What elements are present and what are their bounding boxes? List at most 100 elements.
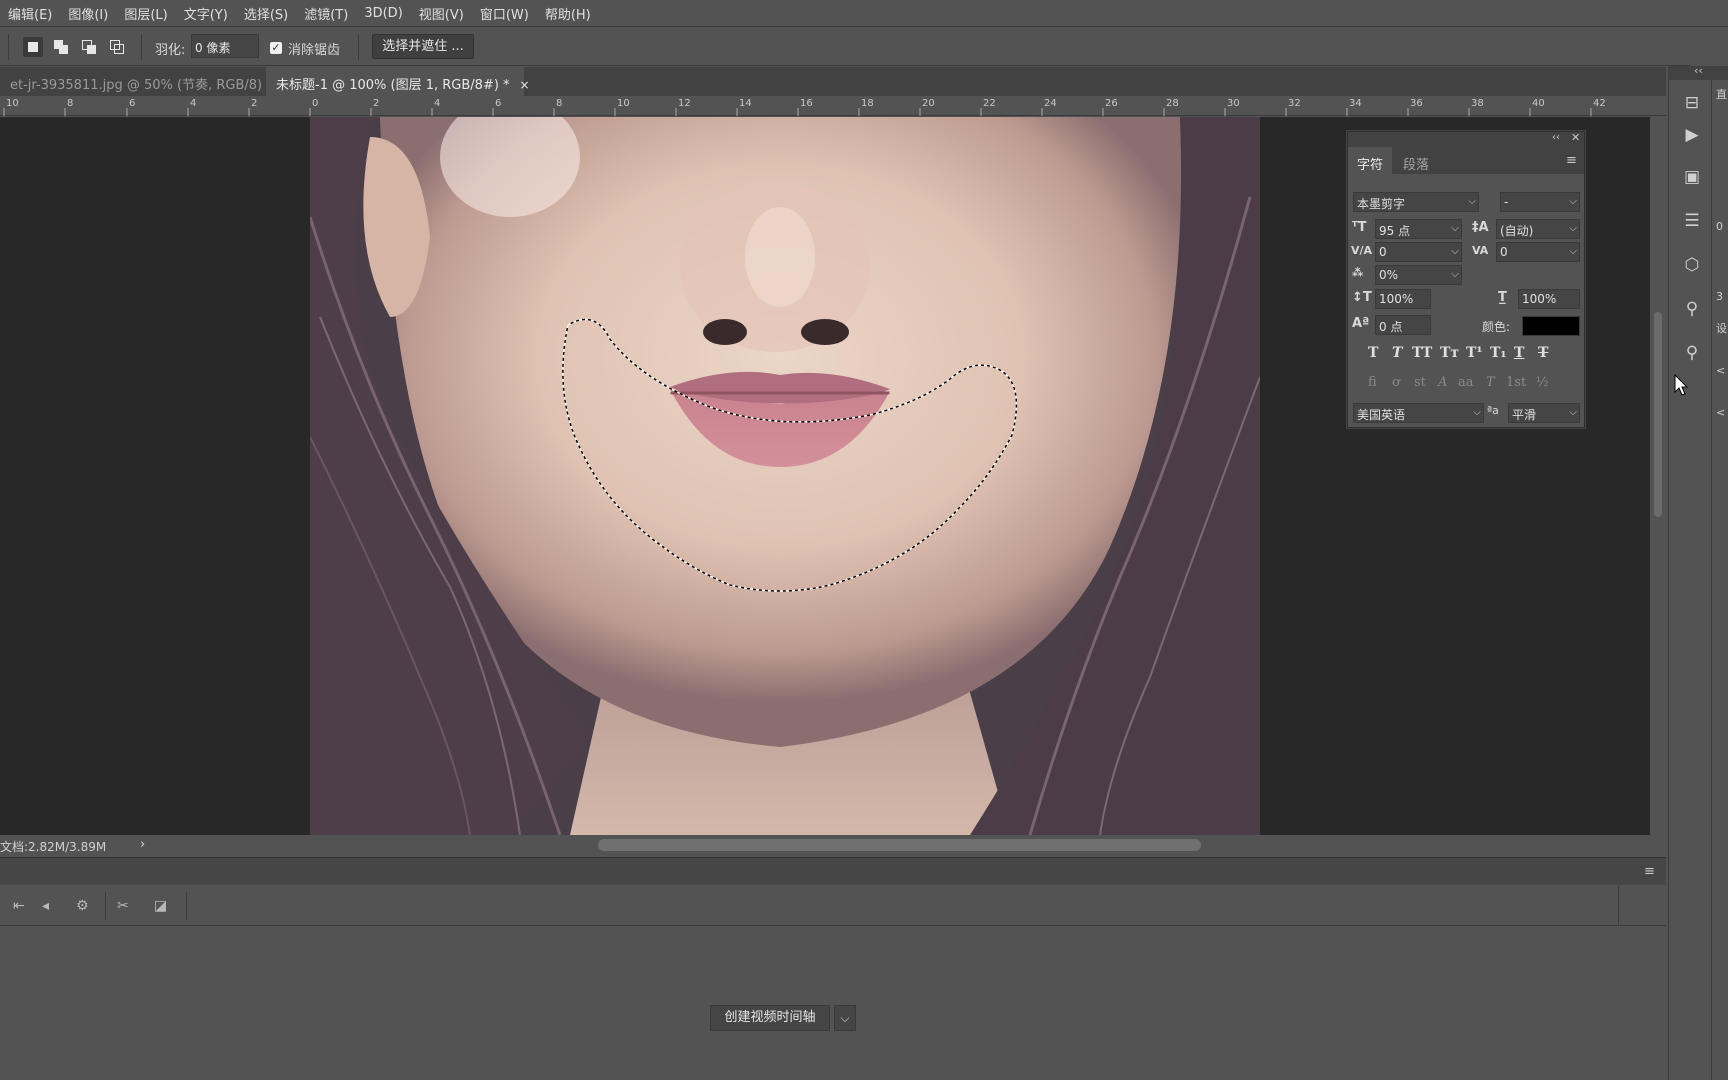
go-to-first-frame-icon[interactable]: ⇤ — [13, 898, 25, 914]
menu-edit[interactable]: 编辑(E) — [0, 4, 60, 23]
underline-button[interactable]: T — [1514, 345, 1524, 361]
subscript-button[interactable]: T₁ — [1490, 345, 1507, 361]
baseline-shift-field[interactable]: 0 点 — [1375, 315, 1431, 335]
text-color-swatch[interactable] — [1522, 316, 1580, 336]
language-field[interactable]: 美国英语 — [1353, 403, 1484, 423]
dock-tab-label[interactable]: 直 — [1716, 86, 1728, 102]
tracking-icon: VA — [1472, 244, 1489, 257]
close-icon[interactable]: × — [520, 78, 530, 92]
chevron-down-icon[interactable]: ⌵ — [1448, 219, 1462, 239]
chevron-down-icon[interactable]: ⌵ — [1566, 403, 1580, 423]
timeline-type-dropdown[interactable]: ⌵ — [834, 1005, 856, 1031]
divider — [1618, 886, 1619, 926]
superscript-button[interactable]: T¹ — [1466, 345, 1483, 361]
3d-cube-icon[interactable]: ⬡ — [1681, 254, 1703, 276]
vertical-scroll-thumb[interactable] — [1654, 312, 1662, 517]
brush-preset-icon[interactable]: ⚲ — [1681, 298, 1703, 320]
tab-paragraph[interactable]: 段落 — [1394, 147, 1438, 174]
layer-comps-icon[interactable]: ☰ — [1681, 210, 1703, 232]
dock-expand-icon[interactable]: < — [1716, 364, 1728, 377]
tab-document-2[interactable]: 未标题-1 @ 100% (图层 1, RGB/8#) * × — [266, 67, 530, 96]
libraries-icon[interactable]: ▣ — [1681, 166, 1703, 188]
fractions-button[interactable]: ½ — [1536, 375, 1549, 390]
chevron-down-icon[interactable]: ⌵ — [1470, 403, 1484, 423]
intersect-selection-button[interactable] — [107, 37, 127, 57]
settings-gear-icon[interactable]: ⚙ — [76, 898, 89, 914]
clone-source-icon[interactable]: ⚲ — [1681, 342, 1703, 364]
new-selection-button[interactable] — [23, 37, 43, 57]
dock-tab-label[interactable]: 0 — [1716, 220, 1728, 233]
dock-tab-label[interactable]: 设 — [1716, 320, 1728, 336]
chevron-down-icon[interactable]: ⌵ — [1448, 265, 1462, 285]
menu-filter[interactable]: 滤镜(T) — [296, 4, 356, 23]
select-and-mask-button[interactable]: 选择并遮住 ... — [372, 34, 474, 59]
vertical-scrollbar[interactable] — [1650, 117, 1666, 835]
subtract-from-selection-button[interactable] — [79, 37, 99, 57]
document-size-info[interactable]: 文档:2.82M/3.89M — [0, 838, 106, 855]
add-to-selection-button[interactable] — [51, 37, 71, 57]
previous-frame-icon[interactable]: ◂ — [42, 898, 49, 914]
portrait-photo[interactable] — [310, 117, 1260, 835]
divider — [141, 34, 142, 60]
menu-view[interactable]: 视图(V) — [411, 4, 472, 23]
menu-bar: 编辑(E) 图像(I) 图层(L) 文字(Y) 选择(S) 滤镜(T) 3D(D… — [0, 0, 1728, 27]
dock-collapse-bar[interactable]: ‹‹ — [1668, 64, 1728, 80]
menu-window[interactable]: 窗口(W) — [472, 4, 537, 23]
timeline-body: 创建视频时间轴 ⌵ — [0, 927, 1666, 1080]
feather-input[interactable]: 0 像素 — [191, 34, 259, 58]
font-family-field[interactable]: 本墨剪字 — [1353, 192, 1479, 212]
leading-icon: ‡A — [1472, 220, 1489, 235]
ordinals-button[interactable]: 1st — [1506, 375, 1526, 390]
create-video-timeline-button[interactable]: 创建视频时间轴 — [710, 1005, 830, 1031]
options-bar: 羽化: 0 像素 ✓ 消除锯齿 选择并遮住 ... — [0, 28, 1690, 66]
titling-alternates-button[interactable]: T — [1486, 375, 1495, 390]
horizontal-scroll-thumb[interactable] — [598, 839, 1201, 851]
chevron-down-icon[interactable]: ⌵ — [1566, 219, 1580, 239]
menu-select[interactable]: 选择(S) — [236, 4, 296, 23]
menu-3d[interactable]: 3D(D) — [356, 6, 410, 21]
menu-help[interactable]: 帮助(H) — [537, 4, 599, 23]
ligatures-button[interactable]: fi — [1368, 375, 1377, 390]
small-caps-button[interactable]: Tᴛ — [1440, 345, 1459, 361]
tab-character[interactable]: 字符 — [1348, 147, 1393, 174]
panel-menu-icon[interactable]: ≡ — [1566, 153, 1577, 168]
antialias-checkbox[interactable]: ✓ — [270, 42, 282, 54]
panel-title-bar[interactable]: ‹‹ ✕ — [1348, 131, 1584, 147]
dock-tab-label[interactable]: 3 — [1716, 290, 1728, 303]
faux-italic-button[interactable]: T — [1392, 345, 1402, 361]
status-arrow-icon[interactable]: › — [140, 837, 145, 852]
menu-image[interactable]: 图像(I) — [60, 4, 116, 23]
menu-layer[interactable]: 图层(L) — [116, 4, 175, 23]
actions-play-icon[interactable]: ▶ — [1681, 124, 1703, 146]
font-size-icon: ᵀT — [1352, 220, 1367, 235]
strikethrough-button[interactable]: T — [1538, 345, 1548, 361]
all-caps-button[interactable]: TT — [1412, 345, 1432, 361]
stylistic-alternates-button[interactable]: aa — [1458, 375, 1474, 390]
chevron-down-icon[interactable]: ⌵ — [1448, 242, 1462, 262]
tsume-icon: ⁂ — [1352, 266, 1364, 279]
chevron-down-icon[interactable]: ⌵ — [1566, 242, 1580, 262]
scissors-icon[interactable]: ✂ — [117, 898, 129, 914]
tab-document-1[interactable]: et-jr-3935811.jpg @ 50% (节奏, RGB/8) *× — [0, 67, 293, 96]
divider — [8, 34, 9, 60]
swash-button[interactable]: A — [1438, 375, 1447, 390]
antialias-label: 消除锯齿 — [288, 43, 341, 58]
dock-expand-icon[interactable]: < — [1716, 406, 1728, 419]
chevron-down-icon[interactable]: ⌵ — [1465, 192, 1479, 212]
horizontal-scale-field[interactable]: 100% — [1518, 289, 1580, 309]
alternate-ligatures-button[interactable]: ơ — [1392, 375, 1400, 390]
collapse-panel-icon[interactable]: ‹‹ — [1552, 132, 1560, 143]
divider — [186, 892, 187, 920]
tab-label: et-jr-3935811.jpg @ 50% (节奏, RGB/8) * — [10, 78, 273, 93]
panel-menu-icon[interactable]: ≡ — [1644, 864, 1655, 879]
menu-type[interactable]: 文字(Y) — [176, 4, 236, 23]
transition-icon[interactable]: ◪ — [154, 898, 167, 914]
vertical-scale-field[interactable]: 100% — [1375, 289, 1431, 309]
faux-bold-button[interactable]: T — [1368, 345, 1378, 361]
discretionary-ligatures-button[interactable]: st — [1414, 375, 1426, 390]
close-icon[interactable]: ✕ — [1571, 131, 1580, 144]
collapse-arrows-icon[interactable]: ‹‹ — [1694, 64, 1703, 77]
chevron-down-icon[interactable]: ⌵ — [1566, 192, 1580, 212]
history-icon[interactable]: ⊟ — [1681, 92, 1703, 114]
vertical-scale-icon: ↕T — [1352, 290, 1372, 305]
